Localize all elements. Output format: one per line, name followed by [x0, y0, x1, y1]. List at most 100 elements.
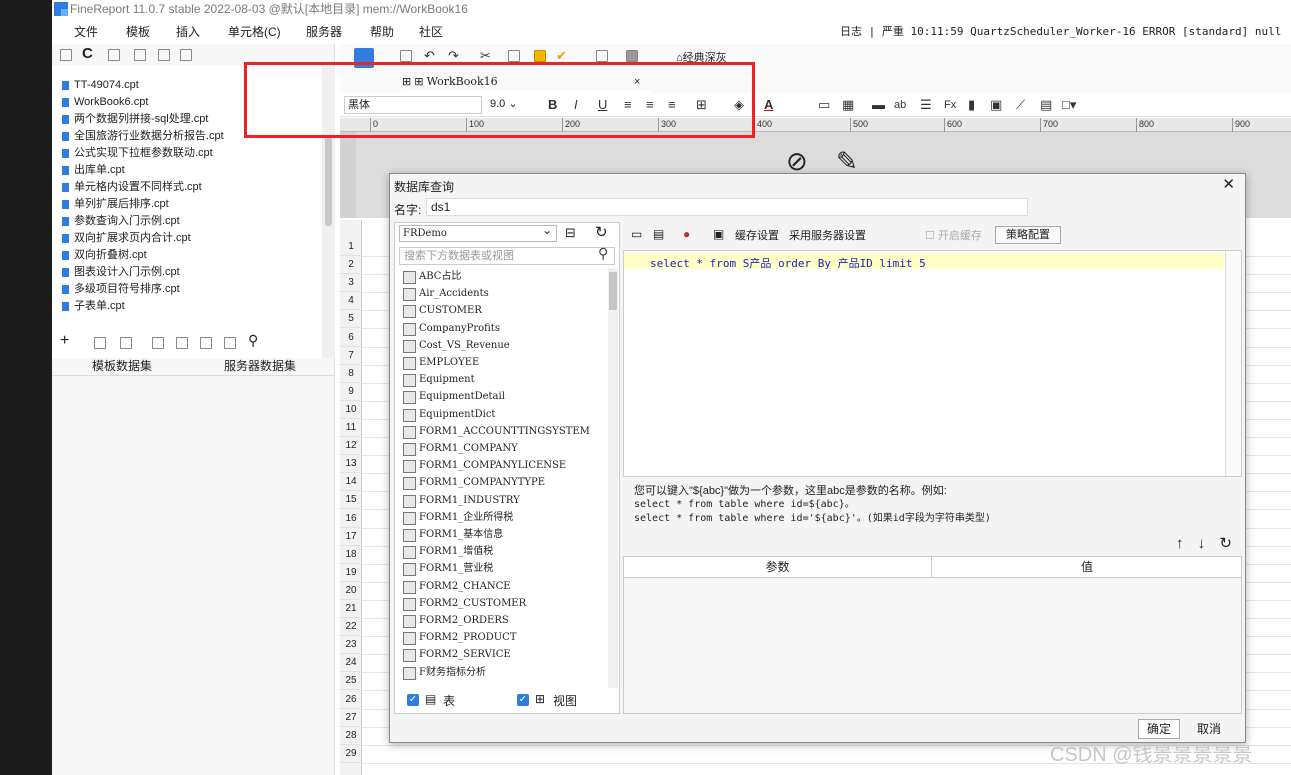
row-header[interactable]: 6	[340, 329, 362, 347]
file-item[interactable]: 两个数据列拼接-sql处理.cpt	[61, 111, 208, 128]
chart-icon[interactable]: ▮	[968, 96, 975, 114]
delete-dataset-icon[interactable]	[120, 337, 132, 349]
row-header[interactable]: 18	[340, 546, 362, 564]
row-header[interactable]: 9	[340, 383, 362, 401]
table-item[interactable]: FORM1_COMPANYTYPE	[403, 474, 545, 491]
table-item[interactable]: Cost_VS_Revenue	[403, 337, 510, 354]
strategy-config-button[interactable]: 策略配置	[995, 226, 1061, 244]
row-header[interactable]: 28	[340, 727, 362, 745]
scroll-thumb[interactable]	[609, 272, 617, 310]
preview-icon[interactable]	[152, 337, 164, 349]
row-header[interactable]: 29	[340, 745, 362, 763]
refresh-icon[interactable]: C	[82, 45, 93, 62]
scroll-thumb[interactable]	[325, 136, 332, 226]
row-header[interactable]: 13	[340, 455, 362, 474]
unmerge-icon[interactable]: ▦	[842, 96, 854, 114]
table-item[interactable]: EMPLOYEE	[403, 354, 479, 371]
row-header[interactable]: 10	[340, 401, 362, 419]
subreport-icon[interactable]: ▤	[1040, 96, 1052, 114]
file-item[interactable]: 参数查询入门示例.cpt	[62, 213, 180, 230]
table-item[interactable]: Equipment	[403, 371, 475, 388]
row-header[interactable]: 4	[340, 292, 362, 311]
file-item[interactable]: WorkBook6.cpt	[61, 94, 148, 111]
row-header[interactable]: 19	[340, 564, 362, 582]
text-cell-icon[interactable]: ▬	[872, 96, 885, 114]
save-icon[interactable]	[400, 50, 412, 62]
table-item[interactable]: FORM1_COMPANYLICENSE	[403, 457, 566, 474]
table-item[interactable]: FORM1_COMPANY	[403, 440, 518, 457]
block-icon[interactable]	[626, 50, 638, 62]
menu-file[interactable]: 文件	[74, 20, 98, 44]
row-header[interactable]: 5	[340, 310, 362, 329]
move-up-icon[interactable]: ↑	[1176, 535, 1184, 552]
delete-icon[interactable]	[158, 49, 170, 61]
file-item[interactable]: 双向扩展求页内合计.cpt	[62, 230, 191, 247]
file-item[interactable]: 全国旅游行业数据分析报告.cpt	[62, 128, 224, 145]
server-db-icon[interactable]	[224, 337, 236, 349]
db-icon[interactable]	[200, 337, 212, 349]
menu-community[interactable]: 社区	[419, 20, 443, 44]
file-item[interactable]: 公式实现下拉框参数联动.cpt	[62, 145, 213, 162]
copy-sql-icon[interactable]: ▤	[653, 227, 664, 241]
menu-cell[interactable]: 单元格(C)	[228, 20, 281, 44]
sql-scrollbar[interactable]	[1225, 251, 1241, 476]
name-input[interactable]: ds1	[426, 198, 1028, 216]
db-connection-icon[interactable]: ⊟	[565, 225, 576, 241]
file-item[interactable]: 出库单.cpt	[62, 162, 125, 179]
cancel-button[interactable]: 取消	[1188, 719, 1230, 739]
table-item[interactable]: Air_Accidents	[403, 285, 489, 302]
row-header[interactable]: 22	[340, 618, 362, 637]
table-item[interactable]: CUSTOMER	[403, 302, 482, 319]
table-item[interactable]: FORM2_PRODUCT	[403, 629, 517, 646]
row-header[interactable]: 14	[340, 473, 362, 492]
table-list-scrollbar[interactable]	[608, 268, 618, 688]
sql-editor[interactable]: select * from S产品 order By 产品ID limit 5	[623, 250, 1242, 477]
enable-cache-checkbox[interactable]: ☐ 开启缓存	[925, 227, 982, 243]
image-icon[interactable]: ▣	[990, 96, 1002, 114]
file-item[interactable]: 多级项目符号排序.cpt	[62, 281, 180, 298]
rich-text-icon[interactable]: ab	[894, 96, 906, 114]
file-item[interactable]: 子表单.cpt	[62, 298, 125, 315]
formula-icon[interactable]: Fx	[944, 96, 956, 114]
refresh-params-icon[interactable]: ↻	[1219, 535, 1232, 552]
copy-cell-icon[interactable]	[508, 50, 520, 62]
row-header[interactable]: 1	[340, 238, 362, 256]
list-icon[interactable]: ☰	[920, 96, 932, 114]
sql-text[interactable]: select * from S产品 order By 产品ID limit 5	[650, 255, 926, 271]
ok-button[interactable]: 确定	[1138, 719, 1180, 739]
row-header[interactable]: 3	[340, 274, 362, 293]
row-header[interactable]: 21	[340, 600, 362, 618]
file-item[interactable]: 单元格内设置不同样式.cpt	[62, 179, 202, 196]
row-header[interactable]: 7	[340, 347, 362, 365]
preview-template-icon[interactable]	[596, 50, 608, 62]
search-icon[interactable]: ⚲	[598, 245, 608, 262]
row-header[interactable]: 24	[340, 654, 362, 673]
file-item[interactable]: 图表设计入门示例.cpt	[62, 264, 180, 281]
more-icon[interactable]: □▾	[1062, 96, 1076, 114]
tab-template-dataset[interactable]: 模板数据集	[92, 357, 152, 374]
row-header[interactable]: 26	[340, 691, 362, 709]
file-item[interactable]: 单列扩展后排序.cpt	[62, 196, 169, 213]
table-item[interactable]: CompanyProfits	[403, 320, 500, 337]
row-header[interactable]: 17	[340, 528, 362, 546]
param-table-body[interactable]	[623, 578, 1242, 714]
menu-help[interactable]: 帮助	[370, 20, 394, 44]
row-header[interactable]: 25	[340, 672, 362, 691]
row-header[interactable]: 20	[340, 582, 362, 600]
add-dataset-icon[interactable]: +	[60, 332, 69, 350]
table-item[interactable]: FORM1_ACCOUNTTINGSYSTEM	[403, 423, 590, 440]
table-item[interactable]: EquipmentDict	[403, 406, 495, 423]
close-icon[interactable]: ✕	[1222, 175, 1235, 193]
stop-icon[interactable]: ●	[683, 227, 690, 241]
table-item[interactable]: FORM2_CHANCE	[403, 578, 511, 595]
copy-icon[interactable]	[180, 49, 192, 61]
tab-server-dataset[interactable]: 服务器数据集	[224, 357, 296, 374]
row-header[interactable]: 2	[340, 256, 362, 275]
table-search-input[interactable]: 搜索下方数据表或视图	[399, 247, 615, 265]
file-item[interactable]: 双向折叠树.cpt	[62, 247, 147, 264]
table-item[interactable]: FORM2_ORDERS	[403, 612, 509, 629]
row-header[interactable]: 16	[340, 510, 362, 528]
row-header[interactable]: 8	[340, 365, 362, 383]
preview-sql-icon[interactable]: ▭	[631, 227, 642, 241]
open-icon[interactable]	[108, 49, 120, 61]
